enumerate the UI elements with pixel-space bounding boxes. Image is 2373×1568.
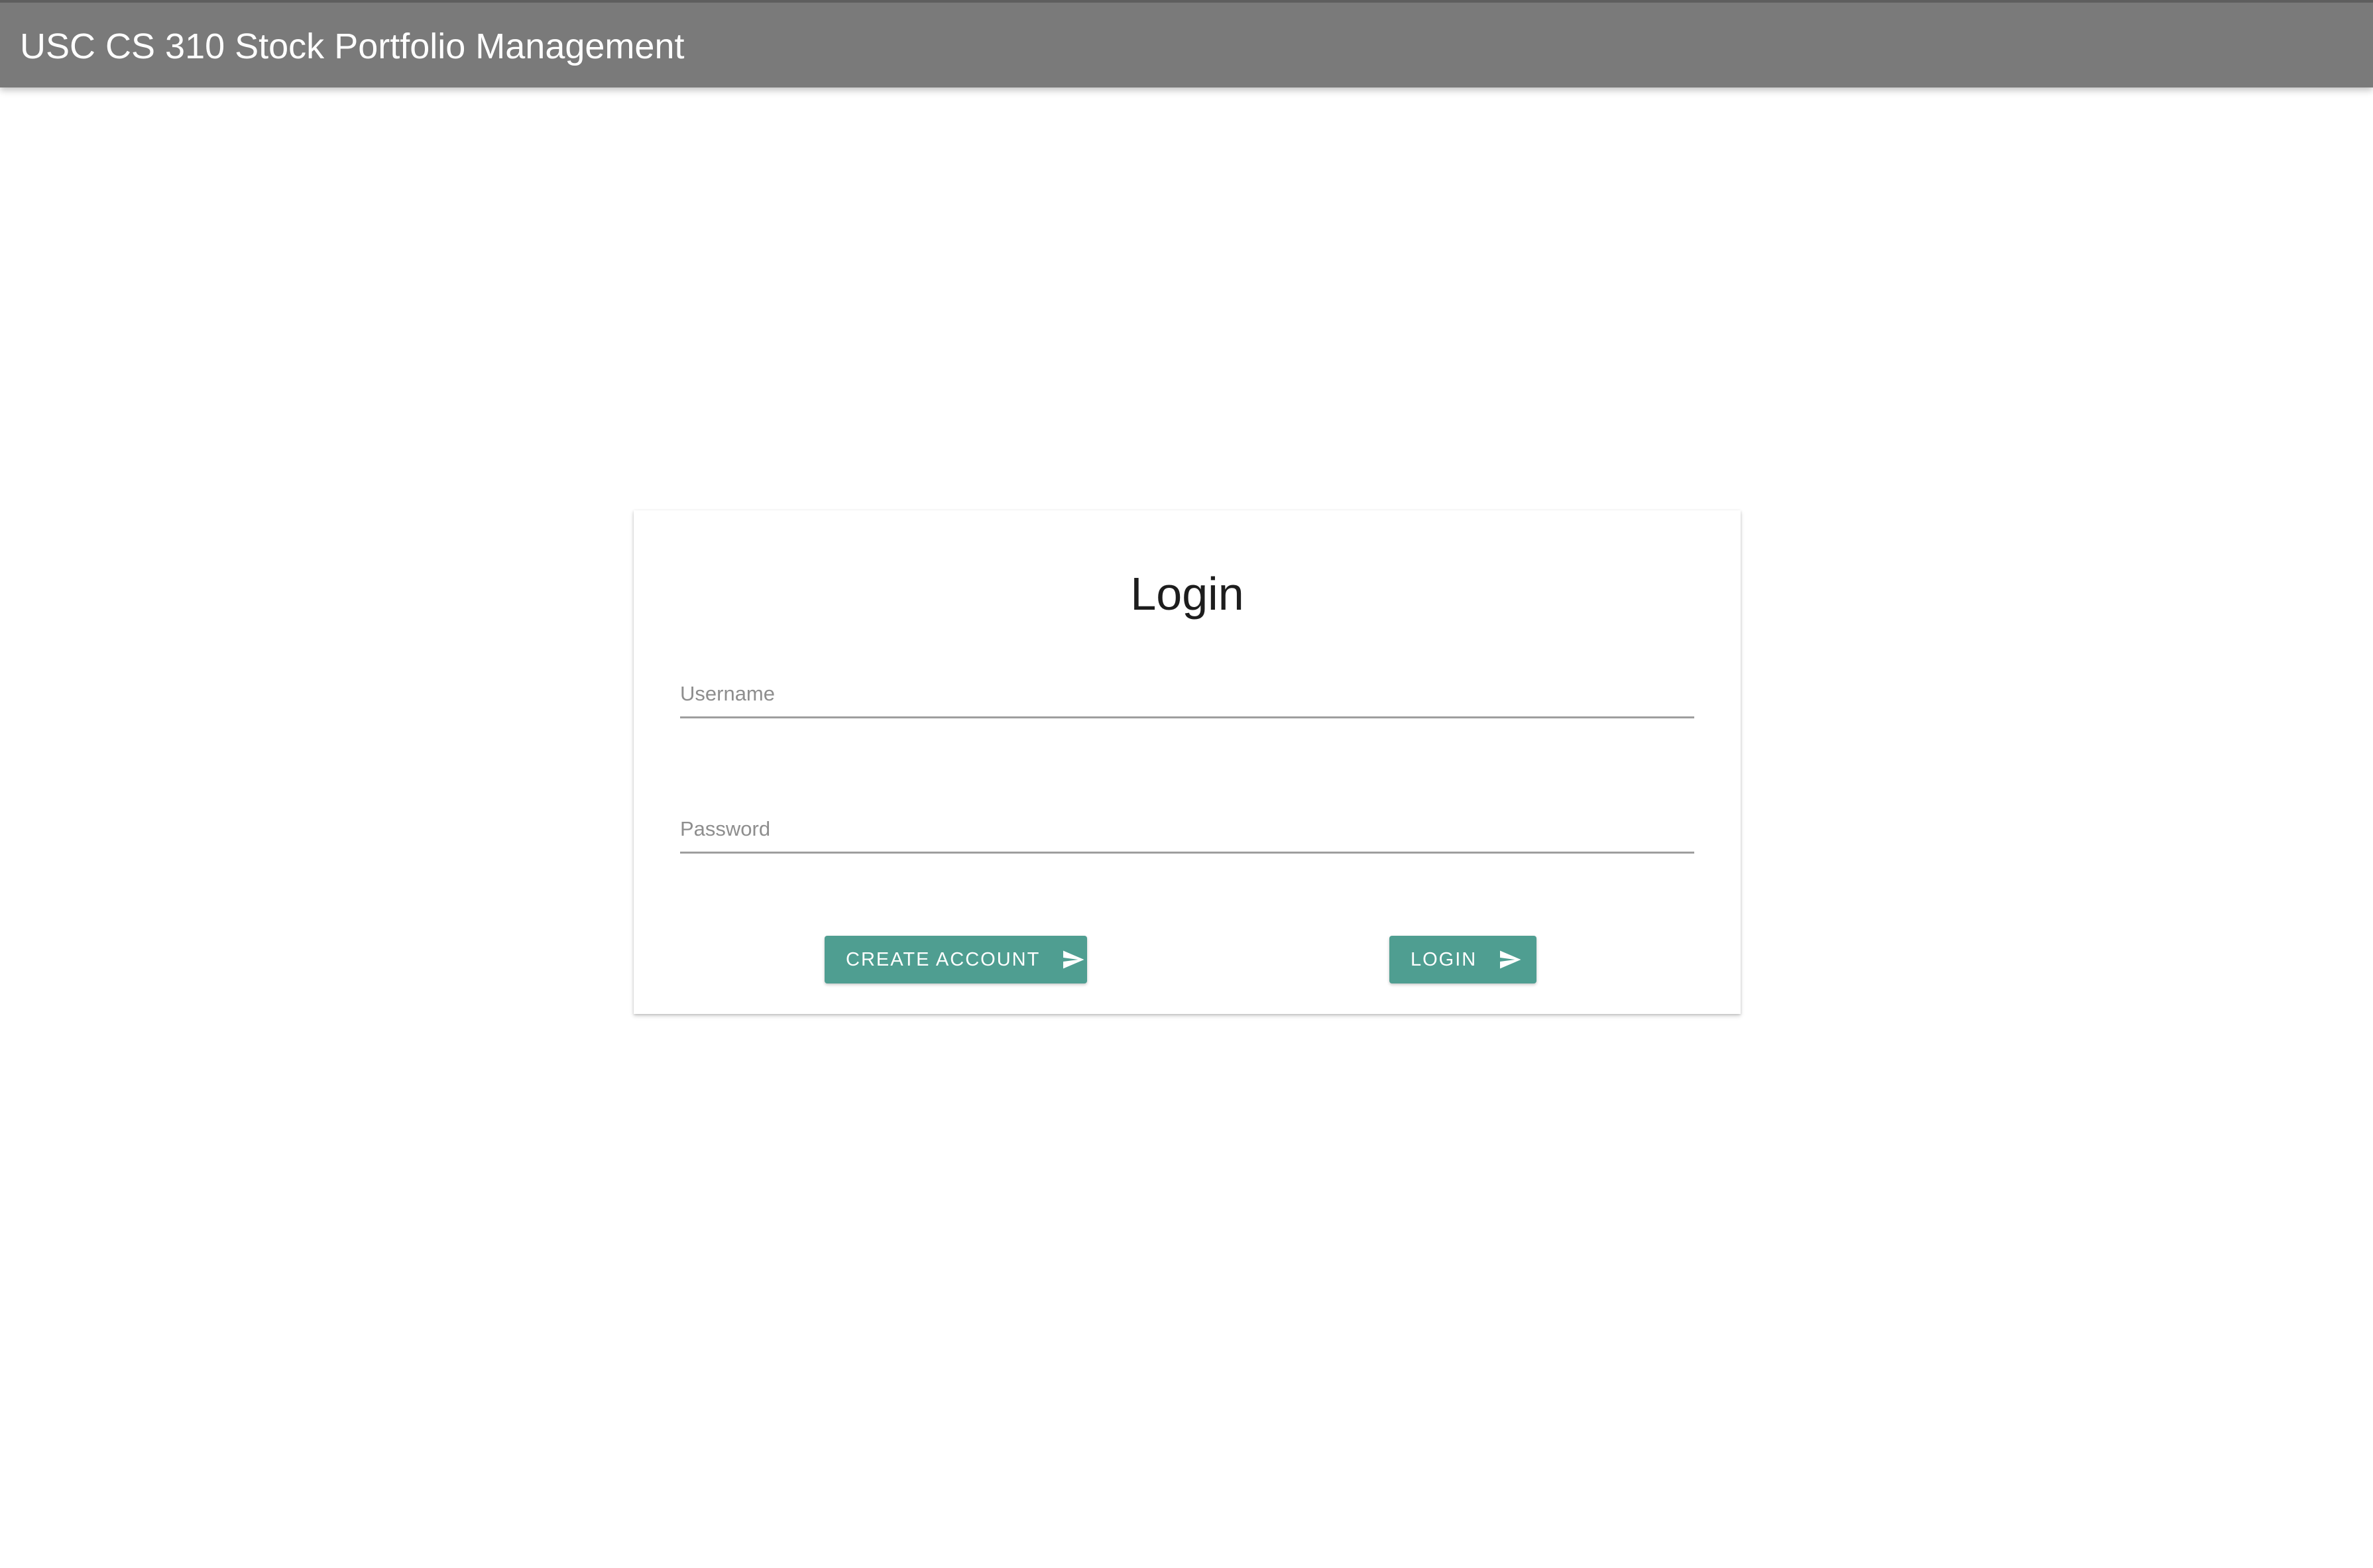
create-account-button[interactable]: CREATE ACCOUNT — [825, 936, 1087, 983]
send-icon — [1060, 948, 1086, 972]
login-button-label: LOGIN — [1411, 948, 1477, 970]
send-icon — [1497, 948, 1523, 972]
login-button[interactable]: LOGIN — [1389, 936, 1536, 983]
username-field-container — [680, 671, 1694, 718]
password-input[interactable] — [680, 806, 1694, 852]
login-heading: Login — [1130, 568, 1244, 620]
create-account-label: CREATE ACCOUNT — [846, 948, 1041, 970]
password-field-container — [680, 806, 1694, 854]
app-title: USC CS 310 Stock Portfolio Management — [20, 27, 685, 66]
login-card: Login CREATE ACCOUNT LOGIN — [634, 510, 1741, 1014]
top-app-bar: USC CS 310 Stock Portfolio Management — [0, 0, 2373, 87]
username-input[interactable] — [680, 671, 1694, 716]
